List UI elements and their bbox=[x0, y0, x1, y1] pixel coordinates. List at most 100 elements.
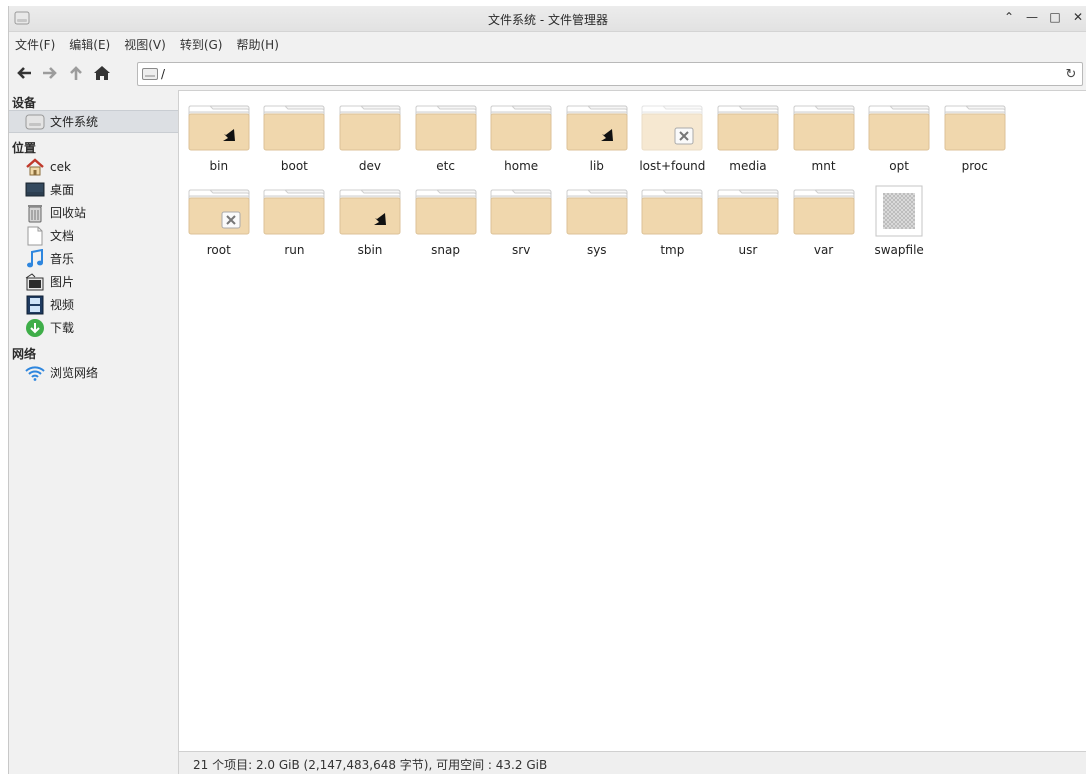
folder-item[interactable]: snap bbox=[408, 187, 484, 271]
sidebar-item-label: cek bbox=[50, 159, 71, 174]
window-title: 文件系统 - 文件管理器 bbox=[488, 13, 608, 27]
folder-icon bbox=[188, 187, 250, 235]
folder-icon bbox=[868, 103, 930, 151]
folder-icon bbox=[339, 103, 401, 151]
forward-button[interactable] bbox=[39, 62, 61, 84]
sidebar-item-label: 图片 bbox=[50, 275, 75, 289]
folder-item[interactable]: run bbox=[257, 187, 333, 271]
folder-item[interactable]: bin bbox=[181, 103, 257, 187]
file-name: mnt bbox=[811, 159, 836, 173]
folder-item[interactable]: dev bbox=[332, 103, 408, 187]
folder-icon bbox=[566, 187, 628, 235]
title-bar[interactable]: 文件系统 - 文件管理器 ⌃ — □ ✕ bbox=[9, 6, 1086, 32]
folder-item[interactable]: boot bbox=[257, 103, 333, 187]
back-button[interactable] bbox=[13, 62, 35, 84]
folder-icon bbox=[415, 103, 477, 151]
close-button[interactable]: ✕ bbox=[1071, 10, 1085, 24]
home-button[interactable] bbox=[91, 62, 113, 84]
maximize-button[interactable]: □ bbox=[1048, 10, 1062, 24]
folder-item[interactable]: lib bbox=[559, 103, 635, 187]
file-name: media bbox=[729, 159, 767, 173]
folder-icon bbox=[566, 103, 628, 151]
folder-item[interactable]: lost+found bbox=[635, 103, 711, 187]
sidebar-item-label: 文件系统 bbox=[50, 115, 99, 129]
folder-item[interactable]: home bbox=[483, 103, 559, 187]
folder-icon bbox=[490, 103, 552, 151]
download-icon bbox=[26, 318, 44, 337]
folder-item[interactable]: sbin bbox=[332, 187, 408, 271]
folder-item[interactable]: etc bbox=[408, 103, 484, 187]
folder-item[interactable]: srv bbox=[483, 187, 559, 271]
video-icon bbox=[26, 295, 44, 314]
folder-item[interactable]: tmp bbox=[635, 187, 711, 271]
folder-icon bbox=[944, 103, 1006, 151]
sidebar: 设备 文件系统 位置 cek 桌面 回收站 文档 音乐 图片 视频 下载 网络 … bbox=[9, 90, 179, 774]
up-button[interactable] bbox=[65, 62, 87, 84]
folder-icon bbox=[415, 187, 477, 235]
menu-edit[interactable]: 编辑(E) bbox=[69, 36, 110, 53]
file-name: opt bbox=[889, 159, 909, 173]
sidebar-item-label: 浏览网络 bbox=[50, 366, 99, 380]
sidebar-section-devices: 设备 bbox=[12, 96, 37, 110]
folder-item[interactable]: var bbox=[786, 187, 862, 271]
location-input[interactable] bbox=[158, 67, 1060, 81]
folder-item[interactable]: usr bbox=[710, 187, 786, 271]
folder-item[interactable]: root bbox=[181, 187, 257, 271]
sidebar-item-desktop[interactable]: 桌面 bbox=[9, 178, 178, 201]
sidebar-item-label: 文档 bbox=[50, 229, 75, 243]
sidebar-item-downloads[interactable]: 下载 bbox=[9, 316, 178, 339]
sidebar-item-music[interactable]: 音乐 bbox=[9, 247, 178, 270]
file-manager-window: 文件系统 - 文件管理器 ⌃ — □ ✕ 文件(F) 编辑(E) 视图(V) 转… bbox=[8, 6, 1086, 774]
home-icon bbox=[26, 157, 44, 175]
folder-item[interactable]: mnt bbox=[786, 103, 862, 187]
file-view[interactable]: bin boot dev etc home lib lost+found media mnt op… bbox=[179, 90, 1086, 752]
location-bar: ↻ bbox=[137, 62, 1083, 86]
folder-icon bbox=[641, 187, 703, 235]
file-name: lib bbox=[589, 159, 604, 173]
file-name: var bbox=[813, 243, 834, 257]
folder-icon bbox=[717, 103, 779, 151]
menu-go[interactable]: 转到(G) bbox=[180, 36, 223, 53]
sidebar-item-trash[interactable]: 回收站 bbox=[9, 201, 178, 224]
folder-item[interactable]: media bbox=[710, 103, 786, 187]
menu-file[interactable]: 文件(F) bbox=[15, 36, 55, 53]
file-item[interactable]: swapfile bbox=[861, 185, 937, 271]
sidebar-item-documents[interactable]: 文档 bbox=[9, 224, 178, 247]
shade-button[interactable]: ⌃ bbox=[1002, 10, 1016, 24]
no-access-icon bbox=[674, 127, 694, 145]
file-name: home bbox=[504, 159, 539, 173]
folder-item[interactable]: sys bbox=[559, 187, 635, 271]
folder-icon bbox=[263, 103, 325, 151]
folder-icon bbox=[188, 103, 250, 151]
minimize-button[interactable]: — bbox=[1025, 10, 1039, 24]
reload-button[interactable]: ↻ bbox=[1060, 67, 1082, 82]
menu-view[interactable]: 视图(V) bbox=[124, 36, 166, 53]
desktop-icon bbox=[25, 182, 45, 196]
music-icon bbox=[27, 248, 43, 267]
sidebar-item-home[interactable]: cek bbox=[9, 155, 178, 178]
arrow-up-icon bbox=[70, 66, 82, 80]
file-name: dev bbox=[358, 159, 382, 173]
document-icon bbox=[27, 226, 43, 245]
sidebar-section-network: 网络 bbox=[12, 347, 37, 361]
folder-icon bbox=[793, 187, 855, 235]
sidebar-item-label: 视频 bbox=[50, 298, 75, 312]
sidebar-item-browse-network[interactable]: 浏览网络 bbox=[9, 361, 178, 384]
drive-icon bbox=[142, 68, 158, 80]
menu-bar: 文件(F) 编辑(E) 视图(V) 转到(G) 帮助(H) bbox=[9, 32, 1086, 56]
file-name: lost+found bbox=[639, 159, 706, 173]
drive-icon bbox=[25, 114, 45, 129]
sidebar-item-videos[interactable]: 视频 bbox=[9, 293, 178, 316]
menu-help[interactable]: 帮助(H) bbox=[236, 36, 278, 53]
sidebar-item-pictures[interactable]: 图片 bbox=[9, 270, 178, 293]
window-controls: ⌃ — □ ✕ bbox=[1002, 10, 1085, 24]
toolbar: ↻ bbox=[9, 57, 1086, 89]
pictures-icon bbox=[25, 272, 44, 290]
folder-item[interactable]: proc bbox=[937, 103, 1013, 187]
sidebar-item-filesystem[interactable]: 文件系统 bbox=[9, 110, 178, 133]
home-icon bbox=[94, 66, 110, 80]
arrow-right-icon bbox=[43, 67, 57, 79]
file-name: sys bbox=[586, 243, 607, 257]
file-name: run bbox=[284, 243, 305, 257]
folder-item[interactable]: opt bbox=[861, 103, 937, 187]
